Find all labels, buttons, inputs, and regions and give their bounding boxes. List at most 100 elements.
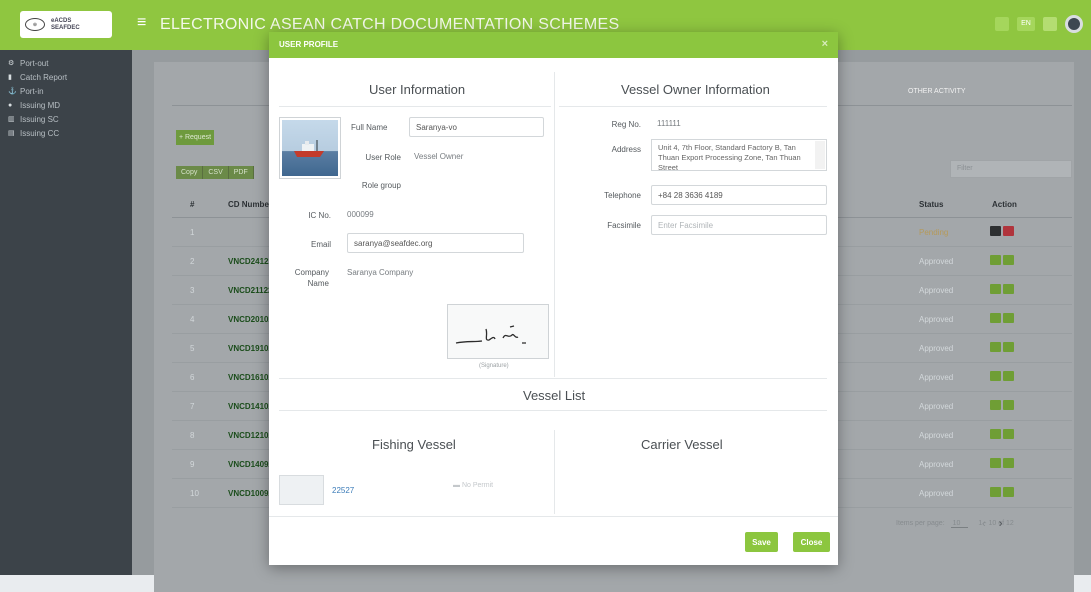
items-per-page-label: Items per page:: [896, 520, 945, 527]
user-info-title: User Information: [369, 82, 466, 97]
vessel-link[interactable]: 22527: [332, 486, 354, 495]
edit-icon[interactable]: [990, 226, 1001, 236]
request-button[interactable]: + Request: [176, 130, 214, 145]
pdf-button[interactable]: PDF: [228, 166, 254, 179]
role-group-label: Role group: [361, 181, 401, 190]
view-icon[interactable]: [1003, 487, 1014, 497]
row-status: Approved: [919, 286, 954, 295]
full-name-field[interactable]: Saranya-vo: [409, 117, 544, 137]
language-dropdown-icon[interactable]: [1043, 17, 1057, 31]
row-cd[interactable]: VNCD12102: [228, 431, 273, 440]
sidebar-item-issuing-cc[interactable]: ▤ Issuing CC: [0, 126, 132, 140]
view-icon[interactable]: [1003, 284, 1014, 294]
lock-icon[interactable]: [990, 371, 1001, 381]
ic-no-value: 000099: [347, 210, 374, 219]
lock-icon[interactable]: [990, 400, 1001, 410]
save-button[interactable]: Save: [745, 532, 778, 552]
pagination-arrows: ‹ ›: [982, 518, 1002, 530]
sidebar-item-issuing-sc[interactable]: ▥ Issuing SC: [0, 112, 132, 126]
info-circle-icon: ●: [8, 101, 13, 109]
col-cd-number: CD Number: [228, 200, 273, 209]
sidebar-item-port-in[interactable]: ⚓ Port-in: [0, 84, 132, 98]
email-label: Email: [310, 240, 331, 249]
prev-page-icon[interactable]: ‹: [982, 518, 986, 530]
next-page-icon[interactable]: ›: [999, 518, 1003, 530]
view-icon[interactable]: [1003, 342, 1014, 352]
lock-icon[interactable]: [990, 255, 1001, 265]
sidebar: ⚙ Port-out ▮ Catch Report ⚓ Port-in ● Issuin…: [0, 50, 132, 575]
row-num: 8: [190, 431, 195, 440]
lock-icon[interactable]: [990, 458, 1001, 468]
telephone-field[interactable]: +84 28 3636 4189: [651, 185, 827, 205]
sidebar-item-port-out[interactable]: ⚙ Port-out: [0, 56, 132, 70]
row-cd[interactable]: VNCD14092: [228, 460, 273, 469]
app-logo[interactable]: ⊕ eACDS SEAFDEC: [20, 11, 112, 38]
col-num: #: [190, 200, 195, 209]
row-cd[interactable]: VNCD14102: [228, 402, 273, 411]
bar-chart-icon: ▥: [8, 116, 15, 123]
lock-icon[interactable]: [990, 342, 1001, 352]
view-icon[interactable]: [1003, 429, 1014, 439]
logo-secondary: SEAFDEC: [51, 24, 80, 31]
sidebar-item-issuing-md[interactable]: ● Issuing MD: [0, 98, 132, 112]
row-status: Pending: [919, 228, 949, 237]
user-role-value: Vessel Owner: [414, 152, 464, 161]
view-icon[interactable]: [1003, 371, 1014, 381]
logo-text: eACDS SEAFDEC: [51, 18, 80, 32]
lock-icon[interactable]: [990, 429, 1001, 439]
telephone-label: Telephone: [604, 191, 641, 200]
view-icon[interactable]: [1003, 255, 1014, 265]
export-buttons: Copy CSV PDF: [176, 166, 254, 179]
view-icon[interactable]: [1003, 313, 1014, 323]
row-cd[interactable]: VNCD10092: [228, 489, 273, 498]
close-button[interactable]: Close: [793, 532, 830, 552]
no-permit-badge: ▬ No Permit: [453, 482, 493, 489]
sidebar-item-label: Port-in: [20, 86, 44, 96]
signature-image: [455, 325, 526, 344]
row-num: 4: [190, 315, 195, 324]
language-switch[interactable]: EN: [1017, 17, 1035, 31]
signature-box: [447, 304, 549, 359]
address-field[interactable]: Unit 4, 7th Floor, Standard Factory B, T…: [651, 139, 827, 171]
notification-icon[interactable]: [995, 17, 1009, 31]
document-icon: ▮: [8, 74, 12, 81]
menu-toggle-icon[interactable]: ≡: [137, 14, 146, 32]
close-icon[interactable]: ×: [822, 38, 828, 50]
row-num: 7: [190, 402, 195, 411]
delete-icon[interactable]: [1003, 226, 1014, 236]
view-icon[interactable]: [1003, 458, 1014, 468]
ic-no-label: IC No.: [308, 211, 331, 220]
filter-input[interactable]: Filter: [950, 160, 1072, 178]
modal-header: USER PROFILE ×: [269, 32, 838, 58]
carrier-vessel-title: Carrier Vessel: [641, 437, 723, 452]
user-avatar[interactable]: [1065, 15, 1083, 33]
copy-button[interactable]: Copy: [176, 166, 204, 179]
sidebar-item-label: Port-out: [20, 58, 49, 68]
row-cd[interactable]: VNCD24122: [228, 257, 273, 266]
user-profile-modal: USER PROFILE × User Information Vessel O…: [269, 32, 838, 565]
csv-button[interactable]: CSV: [203, 166, 229, 179]
email-field[interactable]: saranya@seafdec.org: [347, 233, 524, 253]
items-per-page-select[interactable]: 10: [950, 520, 969, 528]
no-permit-text: No Permit: [461, 482, 494, 489]
tab-other-activity[interactable]: OTHER ACTIVITY: [908, 88, 966, 95]
row-cd[interactable]: VNCD16102: [228, 373, 273, 382]
signature-caption: (Signature): [479, 363, 509, 369]
sidebar-item-catch-report[interactable]: ▮ Catch Report: [0, 70, 132, 84]
lock-icon[interactable]: [990, 284, 1001, 294]
row-cd[interactable]: VNCD20102: [228, 315, 273, 324]
row-num: 9: [190, 460, 195, 469]
sidebar-item-label: Catch Report: [20, 72, 68, 82]
row-cd[interactable]: VNCD19102: [228, 344, 273, 353]
scrollbar[interactable]: [815, 141, 825, 169]
col-action: Action: [992, 200, 1017, 209]
view-icon[interactable]: [1003, 400, 1014, 410]
lock-icon[interactable]: [990, 487, 1001, 497]
sidebar-item-label: Issuing SC: [20, 114, 59, 124]
row-cd[interactable]: VNCD21122: [228, 286, 272, 295]
sidebar-item-label: Issuing CC: [20, 128, 60, 138]
full-name-label: Full Name: [351, 123, 388, 132]
sidebar-item-label: Issuing MD: [20, 100, 61, 110]
lock-icon[interactable]: [990, 313, 1001, 323]
facsimile-field[interactable]: Enter Facsimile: [651, 215, 827, 235]
